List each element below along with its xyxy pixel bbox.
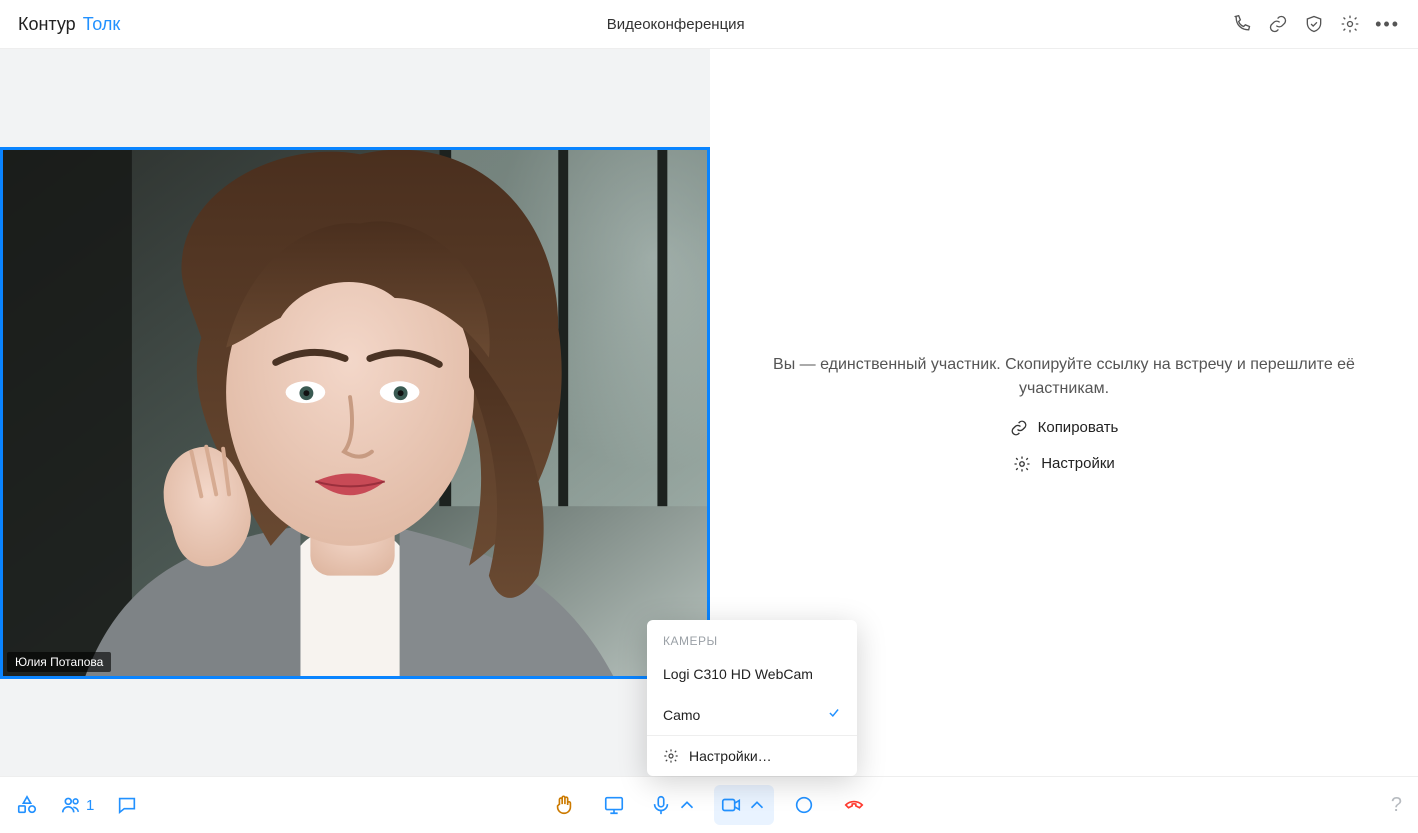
screen-icon xyxy=(603,794,625,816)
footer-left: 1 xyxy=(16,794,138,816)
mic-icon xyxy=(650,794,672,816)
camera-settings-label: Настройки… xyxy=(689,748,772,764)
chevron-up-icon xyxy=(746,794,768,816)
shield-check-icon[interactable] xyxy=(1303,13,1325,35)
microphone-button[interactable] xyxy=(644,785,704,825)
self-video-feed-icon xyxy=(3,150,707,676)
copy-link-label: Копировать xyxy=(1038,419,1119,436)
link-icon[interactable] xyxy=(1267,13,1289,35)
chat-button[interactable] xyxy=(116,794,138,816)
camera-option-1[interactable]: Camo xyxy=(647,694,857,735)
participant-name-chip: Юлия Потапова xyxy=(7,652,111,672)
page-title: Видеоконференция xyxy=(120,16,1231,33)
gear-icon[interactable] xyxy=(1339,13,1361,35)
leave-call-button[interactable] xyxy=(834,785,874,825)
circle-icon xyxy=(793,794,815,816)
footer-right: ? xyxy=(1391,794,1402,817)
main-stage: Юлия Потапова Вы — единственный участник… xyxy=(0,49,1418,776)
camera-button[interactable] xyxy=(714,785,774,825)
help-button[interactable]: ? xyxy=(1391,794,1402,817)
video-column: Юлия Потапова xyxy=(0,147,710,679)
camera-option-0[interactable]: Logi C310 HD WebCam xyxy=(647,654,857,694)
copy-link-button[interactable]: Копировать xyxy=(1010,419,1119,437)
camera-icon xyxy=(720,794,742,816)
logo-brand-2: Толк xyxy=(83,14,121,35)
open-settings-button[interactable]: Настройки xyxy=(1013,455,1115,473)
link-icon xyxy=(1010,419,1028,437)
participants-count: 1 xyxy=(86,797,94,814)
reactions-button[interactable] xyxy=(784,785,824,825)
header: Контур Толк Видеоконференция ••• xyxy=(0,0,1418,49)
open-settings-label: Настройки xyxy=(1041,455,1115,472)
camera-selection-popup: КАМЕРЫ Logi C310 HD WebCam Camo Настройк… xyxy=(647,620,857,776)
more-icon[interactable]: ••• xyxy=(1375,14,1400,35)
share-screen-button[interactable] xyxy=(594,785,634,825)
camera-option-1-label: Camo xyxy=(663,707,700,723)
lonely-participant-message: Вы — единственный участник. Скопируйте с… xyxy=(750,353,1378,401)
people-icon xyxy=(60,794,82,816)
logo: Контур Толк xyxy=(18,14,120,35)
participants-button[interactable]: 1 xyxy=(60,794,94,816)
self-video-tile[interactable]: Юлия Потапова xyxy=(0,147,710,679)
gear-icon xyxy=(663,748,679,764)
check-icon xyxy=(827,706,841,723)
camera-option-0-label: Logi C310 HD WebCam xyxy=(663,666,813,682)
phone-hangup-icon xyxy=(843,794,865,816)
chevron-up-icon xyxy=(676,794,698,816)
camera-settings-button[interactable]: Настройки… xyxy=(647,736,857,776)
raise-hand-button[interactable] xyxy=(544,785,584,825)
logo-brand-1: Контур xyxy=(18,14,76,35)
footer-center xyxy=(544,785,874,825)
gear-icon xyxy=(1013,455,1031,473)
header-actions: ••• xyxy=(1231,13,1400,35)
camera-popup-title: КАМЕРЫ xyxy=(647,620,857,654)
shapes-icon xyxy=(16,794,38,816)
phone-icon[interactable] xyxy=(1231,13,1253,35)
footer: 1 ? xyxy=(0,776,1418,833)
layout-button[interactable] xyxy=(16,794,38,816)
chat-icon xyxy=(116,794,138,816)
hand-icon xyxy=(553,794,575,816)
